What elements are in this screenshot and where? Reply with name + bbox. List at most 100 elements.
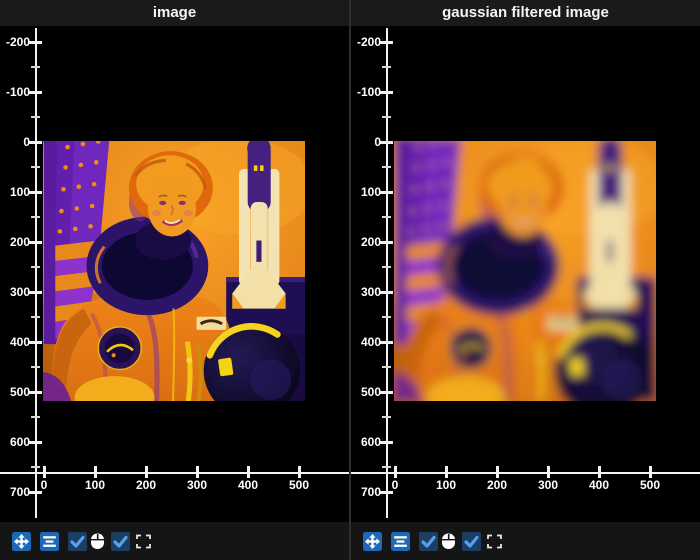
y-tick-label: 300 [360, 285, 381, 299]
checkmark-icon [68, 531, 87, 551]
y-minor-tick-mark [31, 266, 40, 268]
y-tick-label: 100 [9, 185, 30, 199]
y-minor-tick-mark [382, 116, 391, 118]
x-tick-label: 500 [288, 478, 310, 492]
astronaut-image [43, 141, 305, 401]
x-tick-label: 200 [135, 478, 157, 492]
x-tick-label: 400 [237, 478, 259, 492]
x-tick-label: 0 [391, 478, 399, 492]
autoscale-button[interactable] [363, 531, 382, 551]
plot-title: gaussian filtered image [351, 0, 700, 26]
y-tick-label: 300 [9, 285, 30, 299]
x-tick-mark [145, 466, 148, 478]
y-tick-label: 200 [9, 235, 30, 249]
y-tick-label: 0 [374, 135, 381, 149]
x-tick-mark [598, 466, 601, 478]
x-tick-mark [496, 466, 499, 478]
maintain-aspect-checkbox[interactable] [111, 531, 130, 551]
checkmark-icon [462, 531, 481, 551]
x-tick-label: 100 [84, 478, 106, 492]
expand-arrows-icon [12, 531, 31, 551]
y-minor-tick-mark [31, 216, 40, 218]
y-tick-mark [29, 291, 42, 294]
plot-area[interactable]: -200 -100 0 100 200 300 400 500 600 700 0 100 200 300… [351, 26, 700, 522]
y-tick-label: -100 [356, 85, 381, 99]
y-tick-mark [29, 391, 42, 394]
x-tick-label: 300 [186, 478, 208, 492]
y-tick-mark [29, 41, 42, 44]
y-minor-tick-mark [382, 366, 391, 368]
x-tick-label: 0 [40, 478, 48, 492]
y-axis-line [35, 28, 37, 518]
y-minor-tick-mark [31, 166, 40, 168]
center-scene-button[interactable] [40, 531, 59, 551]
y-minor-tick-mark [31, 366, 40, 368]
x-tick-mark [43, 466, 46, 478]
y-tick-label: -100 [5, 85, 30, 99]
y-tick-label: -200 [5, 35, 30, 49]
y-tick-mark [380, 191, 393, 194]
x-tick-mark [247, 466, 250, 478]
fullscreen-button[interactable] [134, 532, 153, 551]
plot-title: image [0, 0, 349, 26]
y-tick-mark [29, 341, 42, 344]
y-tick-mark [29, 241, 42, 244]
y-tick-mark [29, 91, 42, 94]
y-tick-mark [380, 141, 393, 144]
maintain-aspect-checkbox[interactable] [462, 531, 481, 551]
y-tick-mark [380, 241, 393, 244]
y-tick-mark [380, 391, 393, 394]
y-minor-tick-mark [31, 466, 40, 468]
y-tick-label: 600 [360, 435, 381, 449]
y-minor-tick-mark [382, 266, 391, 268]
y-minor-tick-mark [382, 166, 391, 168]
y-tick-label: 600 [9, 435, 30, 449]
center-scene-button[interactable] [391, 531, 410, 551]
x-tick-mark [649, 466, 652, 478]
subplot-toolbar [351, 522, 700, 560]
autoscale-button[interactable] [12, 531, 31, 551]
x-tick-label: 500 [639, 478, 661, 492]
plot-area[interactable]: -200 -100 0 100 200 300 400 500 600 700 0 100 200 300… [0, 26, 349, 522]
y-tick-mark [29, 191, 42, 194]
y-minor-tick-mark [382, 216, 391, 218]
image-viewer-window: image -200 -100 0 100 200 300 400 500 600 700 0 100… [0, 0, 700, 560]
y-tick-label: -200 [356, 35, 381, 49]
fullscreen-corners-icon [136, 534, 151, 548]
mouse-icon [88, 532, 107, 551]
panzoom-checkbox[interactable] [419, 531, 438, 551]
expand-arrows-icon [363, 531, 382, 551]
x-tick-mark [94, 466, 97, 478]
y-minor-tick-mark [382, 466, 391, 468]
gaussian-filtered-astronaut-image [394, 141, 656, 401]
y-minor-tick-mark [382, 316, 391, 318]
fullscreen-corners-icon [487, 534, 502, 548]
y-minor-tick-mark [31, 416, 40, 418]
x-tick-mark [196, 466, 199, 478]
mouse-icon [439, 532, 458, 551]
subplot-toolbar [0, 522, 349, 560]
checkmark-icon [111, 531, 130, 551]
y-tick-label: 0 [23, 135, 30, 149]
y-tick-label: 200 [360, 235, 381, 249]
fullscreen-button[interactable] [485, 532, 504, 551]
y-tick-label: 400 [360, 335, 381, 349]
x-axis-line [351, 472, 700, 474]
x-axis-line [0, 472, 349, 474]
y-minor-tick-mark [382, 416, 391, 418]
y-tick-label: 100 [360, 185, 381, 199]
align-center-icon [391, 531, 410, 551]
x-tick-mark [547, 466, 550, 478]
y-tick-mark [29, 441, 42, 444]
y-tick-mark [380, 41, 393, 44]
y-axis-line [386, 28, 388, 518]
align-center-icon [40, 531, 59, 551]
panzoom-checkbox[interactable] [68, 531, 87, 551]
y-tick-label: 500 [9, 385, 30, 399]
panel-gaussian-filtered-image: gaussian filtered image -200 -100 0 100 200 3… [351, 0, 700, 560]
x-tick-label: 100 [435, 478, 457, 492]
x-tick-label: 200 [486, 478, 508, 492]
y-minor-tick-mark [382, 66, 391, 68]
x-tick-label: 300 [537, 478, 559, 492]
y-tick-mark [380, 341, 393, 344]
